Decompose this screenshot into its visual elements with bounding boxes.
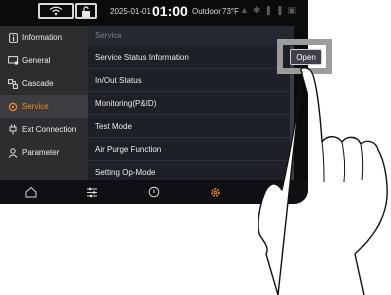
outdoor-temp: 73°F <box>222 7 239 16</box>
sidebar-item-ext-connection[interactable]: Ext Connection <box>0 118 88 141</box>
cascade-icon <box>4 78 22 89</box>
time-text: 01:00 <box>152 3 188 19</box>
panel-header: Service <box>88 26 294 46</box>
sidebar-item-label: Service <box>22 102 49 111</box>
home-icon[interactable] <box>0 180 62 204</box>
sidebar: Information General Cascade Service Ext … <box>0 26 88 180</box>
sidebar-item-label: Ext Connection <box>22 125 77 134</box>
pointing-hand-icon <box>258 67 388 295</box>
outdoor-label: Outdoor <box>192 7 221 16</box>
sidebar-item-service[interactable]: Service <box>0 95 88 118</box>
power-icon[interactable] <box>123 180 185 204</box>
settings-gear-icon[interactable] <box>185 180 247 204</box>
parameter-icon <box>4 147 22 158</box>
sidebar-item-label: Parameter <box>22 148 60 157</box>
sidebar-item-cascade[interactable]: Cascade <box>0 72 88 95</box>
service-icon <box>4 102 22 112</box>
sidebar-item-label: Information <box>22 33 63 42</box>
sidebar-item-information[interactable]: Information <box>0 26 88 49</box>
unlock-icon <box>75 3 97 19</box>
wifi-icon <box>38 3 74 19</box>
sidebar-item-parameter[interactable]: Parameter <box>0 141 88 164</box>
sliders-icon[interactable] <box>62 180 124 204</box>
sidebar-item-general[interactable]: General <box>0 49 88 72</box>
date-text: 2025-01-01 <box>110 7 151 16</box>
ext-connection-icon <box>4 124 22 135</box>
sidebar-item-label: General <box>22 56 51 65</box>
sidebar-item-label: Cascade <box>22 79 54 88</box>
info-icon <box>4 32 22 43</box>
general-icon <box>4 56 22 65</box>
status-bar: 2025-01-01 01:00 Outdoor 73°F ▲✱❚❚▣ <box>0 0 308 26</box>
status-indicator-icons: ▲✱❚❚▣ <box>240 5 301 15</box>
